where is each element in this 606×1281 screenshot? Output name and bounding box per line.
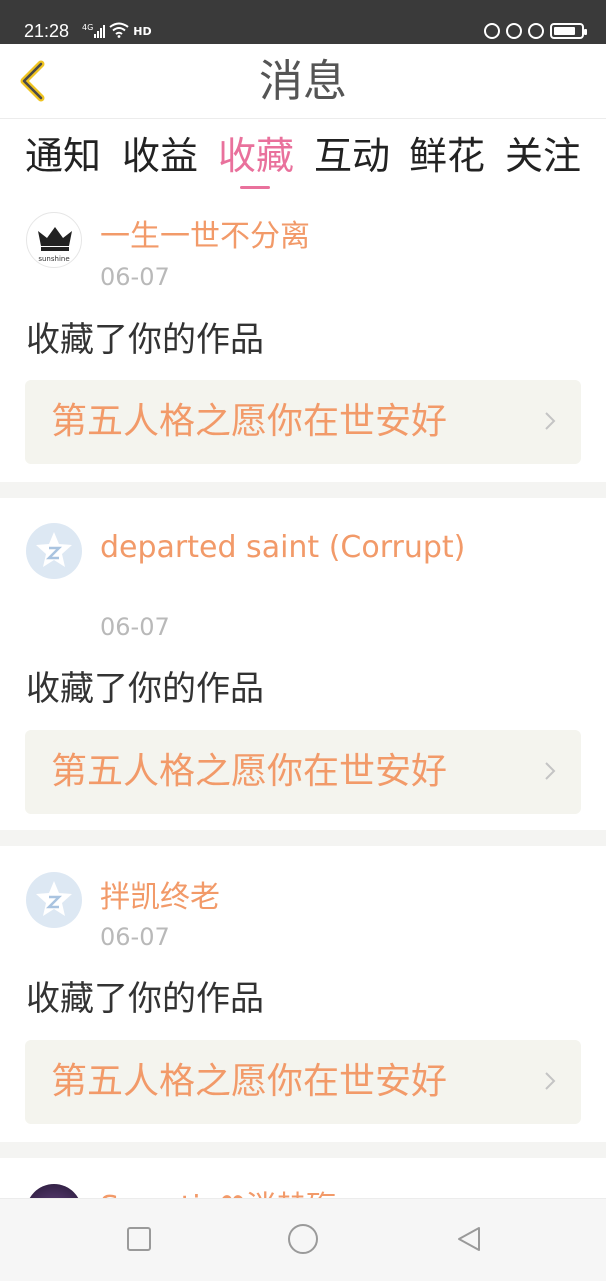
- user-name[interactable]: Sweetie♥消赫殇: [100, 1188, 480, 1198]
- work-link[interactable]: 第五人格之愿你在世安好: [25, 1040, 581, 1124]
- avatar[interactable]: sunshine: [26, 212, 82, 268]
- chevron-right-icon: [545, 762, 556, 780]
- message-action: 收藏了你的作品: [26, 320, 264, 360]
- wifi-icon: [109, 22, 129, 41]
- status-bar: 21:28 4G HD: [0, 0, 606, 44]
- lock-icon: [506, 23, 522, 39]
- tab-favorites[interactable]: 收藏: [218, 134, 294, 178]
- user-name[interactable]: 拌凯终老: [100, 878, 480, 917]
- alarm-icon: [528, 23, 544, 39]
- tab-bar: 通知 收益 收藏 互动 鲜花 关注: [0, 118, 606, 196]
- status-time: 21:28: [24, 21, 70, 41]
- message-date: 06-07: [100, 263, 170, 291]
- home-icon[interactable]: [287, 1223, 319, 1255]
- do-not-disturb-icon: [484, 23, 500, 39]
- default-avatar-icon: [36, 881, 72, 916]
- user-name[interactable]: departed saint (Corrupt): [100, 528, 480, 567]
- work-title: 第五人格之愿你在世安好: [51, 751, 448, 792]
- message-action: 收藏了你的作品: [26, 669, 264, 709]
- tab-interactions[interactable]: 互动: [314, 134, 390, 178]
- back-triangle-icon[interactable]: [455, 1225, 483, 1253]
- tab-flowers[interactable]: 鲜花: [409, 134, 485, 178]
- work-link[interactable]: 第五人格之愿你在世安好: [25, 730, 581, 814]
- chevron-right-icon: [545, 412, 556, 430]
- avatar[interactable]: [26, 523, 82, 579]
- avatar-caption: sunshine: [38, 255, 70, 263]
- card-divider: [0, 1142, 606, 1158]
- tab-notifications[interactable]: 通知: [25, 134, 101, 178]
- message-date: 06-07: [100, 923, 170, 951]
- default-avatar-icon: [36, 532, 72, 567]
- system-nav-bar: [0, 1198, 606, 1281]
- network-label: 4G: [82, 23, 94, 32]
- active-tab-indicator: [240, 186, 270, 189]
- card-divider: [0, 830, 606, 846]
- battery-fill: [554, 27, 575, 35]
- message-date: 06-07: [100, 613, 170, 641]
- signal-icon: 4G: [82, 23, 106, 38]
- tab-following[interactable]: 关注: [505, 134, 581, 178]
- work-title: 第五人格之愿你在世安好: [51, 401, 448, 442]
- avatar[interactable]: [26, 872, 82, 928]
- tab-earnings[interactable]: 收益: [122, 134, 198, 178]
- user-name[interactable]: 一生一世不分离: [100, 217, 480, 256]
- work-link[interactable]: 第五人格之愿你在世安好: [25, 380, 581, 464]
- header: 消息: [0, 44, 606, 119]
- card-divider: [0, 482, 606, 498]
- avatar[interactable]: [26, 1184, 82, 1198]
- message-card: 拌凯终老 06-07 收藏了你的作品 第五人格之愿你在世安好: [0, 846, 606, 1142]
- status-right-icons: [484, 20, 587, 42]
- message-card: departed saint (Corrupt) 06-07 收藏了你的作品 第…: [0, 498, 606, 830]
- work-title: 第五人格之愿你在世安好: [51, 1061, 448, 1102]
- status-left-icons: 4G HD: [82, 20, 152, 42]
- page-title: 消息: [259, 56, 347, 107]
- battery-icon: [550, 23, 587, 39]
- message-card: Sweetie♥消赫殇: [0, 1158, 606, 1198]
- message-action: 收藏了你的作品: [26, 979, 264, 1019]
- chevron-right-icon: [545, 1072, 556, 1090]
- message-card: sunshine 一生一世不分离 06-07 收藏了你的作品 第五人格之愿你在世…: [0, 196, 606, 482]
- hd-icon: HD: [133, 24, 152, 38]
- recent-apps-icon[interactable]: [125, 1225, 153, 1253]
